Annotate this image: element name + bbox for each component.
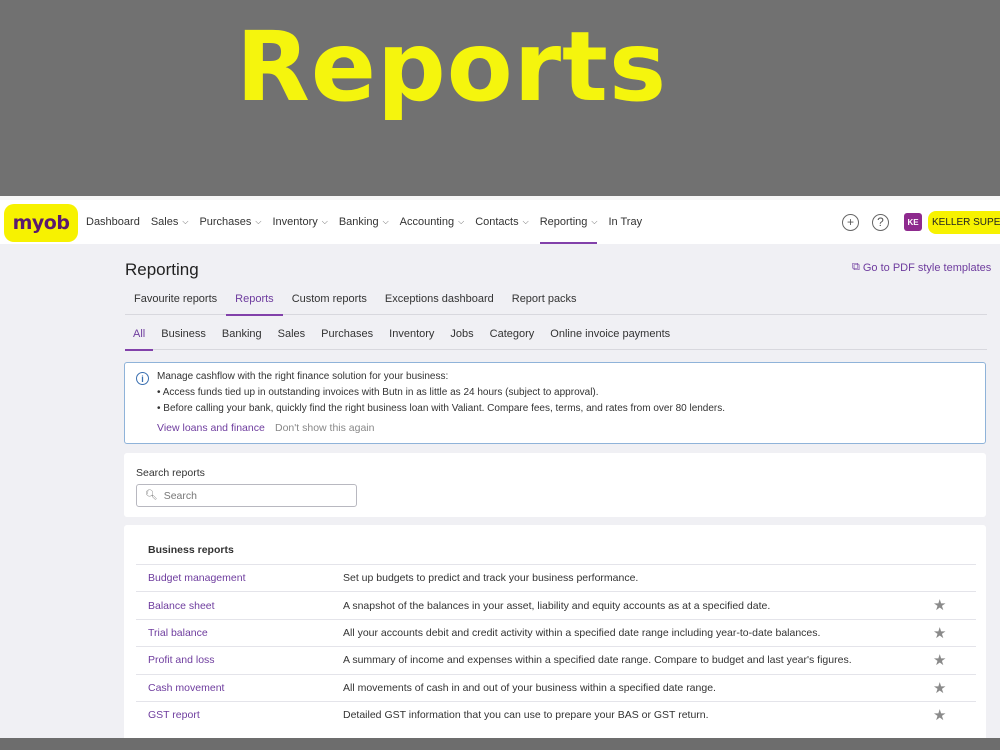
nav-item-banking[interactable]: Banking ⌵ (339, 200, 389, 244)
nav-label: Banking (338, 216, 379, 228)
star-icon[interactable]: ★ (933, 706, 946, 724)
search-box[interactable]: 🔍︎ (136, 484, 357, 507)
report-row: Profit and loss A summary of income and … (136, 646, 976, 673)
star-icon[interactable]: ★ (933, 651, 946, 669)
nav-label: Accounting (399, 216, 455, 228)
report-description: All movements of cash in and out of your… (343, 681, 716, 694)
app-screenshot: myob Dashboard Sales ⌵ Purchases ⌵ Invento… (0, 196, 1000, 738)
report-row: Budget management Set up budgets to pred… (136, 564, 976, 591)
nav-item-in-tray[interactable]: In Tray (608, 200, 642, 244)
report-list: Budget management Set up budgets to pred… (136, 564, 976, 728)
report-description: Set up budgets to predict and track your… (343, 572, 639, 585)
report-description: A summary of income and expenses within … (343, 654, 852, 667)
report-link[interactable]: GST report (136, 709, 343, 721)
star-icon[interactable]: ★ (933, 624, 946, 642)
top-nav: myob Dashboard Sales ⌵ Purchases ⌵ Invento… (0, 196, 1000, 244)
page-title: Reporting (125, 260, 199, 279)
nav-label: Sales (150, 216, 179, 228)
search-panel: Search reports 🔍︎ (124, 453, 986, 517)
chevron-down-icon: ⌵ (591, 217, 598, 226)
subtab-category[interactable]: Category (482, 325, 543, 350)
chevron-down-icon: ⌵ (255, 217, 262, 226)
logo-text: myob (12, 212, 70, 234)
subtab-all[interactable]: All (125, 325, 154, 351)
star-icon[interactable]: ★ (933, 596, 946, 614)
section-title: Business reports (148, 544, 234, 556)
tab-favourite-reports[interactable]: Favourite reports (125, 290, 226, 315)
tab-custom-reports[interactable]: Custom reports (283, 290, 376, 315)
info-bullet: • Before calling your bank, quickly find… (157, 403, 726, 414)
subtab-business[interactable]: Business (153, 325, 214, 350)
tab-exceptions-dashboard[interactable]: Exceptions dashboard (376, 290, 503, 315)
tab-reports[interactable]: Reports (226, 290, 283, 316)
subtab-sales[interactable]: Sales (270, 325, 314, 350)
question-circle-icon[interactable]: ? (872, 213, 889, 231)
chevron-down-icon: ⌵ (182, 217, 189, 226)
info-text: Manage cashflow with the right finance s… (157, 371, 449, 382)
dismiss-link[interactable]: Don't show this again (275, 422, 374, 434)
chevron-down-icon: ⌵ (522, 217, 529, 226)
report-row: Balance sheet A snapshot of the balances… (136, 591, 976, 618)
bottom-bar (0, 738, 1000, 750)
nav-item-sales[interactable]: Sales ⌵ (151, 200, 189, 244)
myob-logo[interactable]: myob (4, 204, 78, 242)
nav-item-contacts[interactable]: Contacts ⌵ (475, 200, 529, 244)
search-label: Search reports (136, 467, 205, 479)
report-tabs: Favourite reports Reports Custom reports… (125, 290, 987, 316)
avatar[interactable]: KE (904, 213, 922, 231)
nav-item-inventory[interactable]: Inventory ⌵ (273, 200, 328, 244)
subtab-inventory[interactable]: Inventory (381, 325, 442, 350)
search-input[interactable] (163, 489, 344, 502)
nav-label: In Tray (608, 216, 643, 228)
nav-items: Dashboard Sales ⌵ Purchases ⌵ Inventory ⌵ B… (86, 200, 653, 244)
nav-item-purchases[interactable]: Purchases ⌵ (199, 200, 261, 244)
chevron-down-icon: ⌵ (458, 217, 465, 226)
info-icon: i (136, 372, 149, 385)
search-icon: 🔍︎ (145, 490, 158, 501)
nav-right: + ? KE KELLER SUPERA (842, 200, 1000, 244)
nav-item-accounting[interactable]: Accounting ⌵ (400, 200, 465, 244)
report-link[interactable]: Cash movement (136, 682, 343, 694)
report-description: Detailed GST information that you can us… (343, 709, 709, 722)
report-description: A snapshot of the balances in your asset… (343, 599, 771, 612)
plus-circle-icon[interactable]: + (842, 213, 859, 231)
pdf-templates-link[interactable]: ⧉ Go to PDF style templates (852, 261, 991, 274)
report-link[interactable]: Profit and loss (136, 654, 343, 666)
nav-label: Reporting (539, 216, 588, 228)
finance-info-box: i Manage cashflow with the right finance… (124, 362, 986, 444)
company-name[interactable]: KELLER SUPERA (928, 210, 1000, 234)
category-tabs: All Business Banking Sales Purchases Inv… (125, 325, 987, 351)
report-link[interactable]: Budget management (136, 572, 343, 584)
chevron-down-icon: ⌵ (321, 217, 328, 226)
subtab-jobs[interactable]: Jobs (442, 325, 481, 350)
subtab-purchases[interactable]: Purchases (313, 325, 381, 350)
business-reports-panel: Business reports Budget management Set u… (124, 525, 986, 738)
subtab-banking[interactable]: Banking (214, 325, 270, 350)
report-link[interactable]: Balance sheet (136, 600, 343, 612)
report-row: Cash movement All movements of cash in a… (136, 673, 976, 701)
report-link[interactable]: Trial balance (136, 627, 343, 639)
star-icon[interactable]: ★ (933, 679, 946, 697)
report-description: All your accounts debit and credit activ… (343, 626, 821, 639)
banner: Reports (0, 0, 1000, 196)
tab-report-packs[interactable]: Report packs (503, 290, 586, 315)
chevron-down-icon: ⌵ (382, 217, 389, 226)
template-icon: ⧉ (852, 261, 860, 273)
view-loans-link[interactable]: View loans and finance (157, 422, 265, 434)
nav-item-reporting[interactable]: Reporting ⌵ (539, 200, 598, 244)
nav-item-dashboard[interactable]: Dashboard (86, 200, 140, 244)
nav-label: Contacts (475, 216, 519, 228)
nav-label: Purchases (199, 216, 252, 228)
report-row: GST report Detailed GST information that… (136, 700, 976, 728)
subtab-online-invoice-payments[interactable]: Online invoice payments (542, 325, 678, 350)
nav-label: Dashboard (86, 216, 140, 228)
nav-label: Inventory (272, 216, 318, 228)
pdf-link-label: Go to PDF style templates (862, 261, 992, 274)
report-row: Trial balance All your accounts debit an… (136, 618, 976, 646)
info-bullet: • Access funds tied up in outstanding in… (157, 387, 599, 398)
banner-title: Reports (236, 11, 668, 123)
